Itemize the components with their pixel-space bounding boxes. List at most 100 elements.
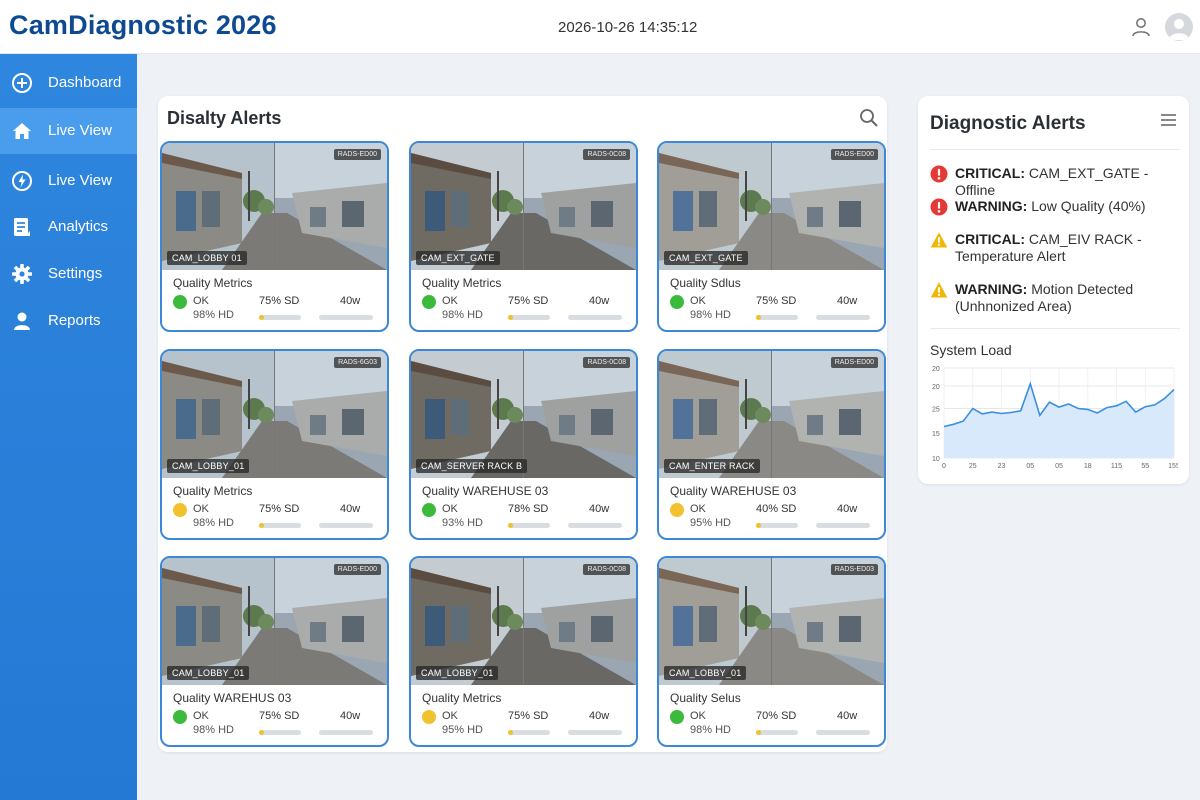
chart-y-tick: 20 xyxy=(932,384,940,391)
camera-feed[interactable]: RADS-0C08 CAM_LOBBY_01 xyxy=(411,558,636,685)
bolt-circle-icon xyxy=(12,171,32,191)
camera-feed[interactable]: RADS-0C08 CAM_EXT_GATE xyxy=(411,143,636,270)
sidebar-item-settings[interactable]: Settings xyxy=(0,251,137,297)
camera-card[interactable]: RADS-ED00 CAM_LOBBY_01 Quality WAREHUS 0… xyxy=(160,556,389,747)
camera-feed[interactable]: RADS-ED00 CAM_EXT_GATE xyxy=(659,143,884,270)
alert-level: CRITICAL: xyxy=(955,165,1025,181)
sd-metric: 75% SD xyxy=(259,295,300,307)
camera-card[interactable]: RADS-ED03 CAM_LOBBY_01 Quality Selus OK … xyxy=(657,556,886,747)
status-indicator xyxy=(173,503,187,517)
power-metric: 40w xyxy=(837,710,858,722)
app-title: CamDiagnostic 2026 xyxy=(9,10,277,40)
power-metric: 40w xyxy=(837,503,858,515)
camera-feed[interactable]: RADS-6G03 CAM_LOBBY_01 xyxy=(162,351,387,478)
quality-bar xyxy=(756,523,798,528)
sd-metric: 75% SD xyxy=(508,295,549,307)
camera-card[interactable]: RADS-ED00 CAM_ENTER RACK Quality WAREHUS… xyxy=(657,349,886,540)
chart-x-tick: 05 xyxy=(1055,463,1063,470)
camera-name: CAM_LOBBY_01 xyxy=(167,666,250,680)
chart-x-tick: 115 xyxy=(1111,463,1122,470)
chart-x-tick: 0 xyxy=(942,463,946,470)
status-text: OK xyxy=(690,503,706,515)
plus-circle-icon xyxy=(12,73,32,93)
chart-y-tick: 15 xyxy=(932,431,940,438)
camera-feed[interactable]: RADS-ED00 CAM_LOBBY 01 xyxy=(162,143,387,270)
power-bar xyxy=(816,523,870,528)
search-icon[interactable] xyxy=(859,108,879,128)
quality-bar xyxy=(259,315,301,320)
quality-bar xyxy=(508,730,550,735)
sidebar-item-live-view[interactable]: Live View xyxy=(0,108,137,154)
top-bar: CamDiagnostic 2026 2026-10-26 14:35:12 xyxy=(0,0,1200,54)
user-icon[interactable] xyxy=(1130,16,1152,38)
camera-name: CAM_EXT_GATE xyxy=(416,251,500,265)
quality-title: Quality Metrics xyxy=(173,276,253,290)
status-indicator xyxy=(173,710,187,724)
status-text: OK xyxy=(193,503,209,515)
camera-card[interactable]: RADS-ED00 CAM_LOBBY 01 Quality Metrics O… xyxy=(160,141,389,332)
camera-name: CAM_EXT_GATE xyxy=(664,251,748,265)
camera-name: CAM_ENTER RACK xyxy=(664,459,760,473)
quality-title: Quality Selus xyxy=(670,691,741,705)
quality-bar-fill xyxy=(259,730,264,735)
camera-card[interactable]: RADS-6G03 CAM_LOBBY_01 Quality Metrics O… xyxy=(160,349,389,540)
avatar[interactable] xyxy=(1165,13,1193,41)
status-indicator xyxy=(422,503,436,517)
camera-card[interactable]: RADS-0C08 CAM_SERVER RACK B Quality WARE… xyxy=(409,349,638,540)
chart-y-tick: 25 xyxy=(932,407,940,414)
sidebar-item-dashboard[interactable]: Dashboard xyxy=(0,60,137,106)
alert-level: WARNING: xyxy=(955,281,1028,297)
status-indicator xyxy=(670,295,684,309)
power-bar xyxy=(568,730,622,735)
camera-resolution-badge: RADS-ED00 xyxy=(333,564,381,575)
power-metric: 40w xyxy=(589,710,610,722)
status-text: OK xyxy=(690,295,706,307)
power-metric: 40w xyxy=(589,503,610,515)
power-bar xyxy=(319,315,373,320)
camera-feed[interactable]: RADS-ED03 CAM_LOBBY_01 xyxy=(659,558,884,685)
camera-name: CAM_LOBBY_01 xyxy=(416,666,499,680)
status-text: OK xyxy=(442,503,458,515)
power-metric: 40w xyxy=(340,503,361,515)
status-indicator xyxy=(173,295,187,309)
power-metric: 40w xyxy=(340,710,361,722)
quality-bar-fill xyxy=(259,523,264,528)
quality-title: Quality Metrics xyxy=(422,691,502,705)
hd-metric: 98% HD xyxy=(193,309,234,321)
quality-bar xyxy=(259,523,301,528)
sidebar-item-analytics[interactable]: Analytics xyxy=(0,204,137,250)
menu-icon[interactable] xyxy=(1160,113,1177,127)
quality-title: Quality WAREHUSE 03 xyxy=(670,484,797,498)
warning-icon xyxy=(930,282,948,298)
power-metric: 40w xyxy=(589,295,610,307)
camera-card[interactable]: RADS-0C08 CAM_LOBBY_01 Quality Metrics O… xyxy=(409,556,638,747)
power-bar xyxy=(816,315,870,320)
hd-metric: 98% HD xyxy=(193,517,234,529)
camera-resolution-badge: RADS-ED00 xyxy=(830,357,878,368)
camera-feed[interactable]: RADS-ED00 CAM_LOBBY_01 xyxy=(162,558,387,685)
datetime-display: 2026-10-26 14:35:12 xyxy=(558,19,698,36)
camera-card[interactable]: RADS-ED00 CAM_EXT_GATE Quality Sdlus OK … xyxy=(657,141,886,332)
camera-feed[interactable]: RADS-ED00 CAM_ENTER RACK xyxy=(659,351,884,478)
sidebar-item-label: Dashboard xyxy=(48,74,122,91)
alert-text: Low Quality (40%) xyxy=(1031,198,1146,214)
status-indicator xyxy=(422,710,436,724)
status-text: OK xyxy=(442,295,458,307)
chart-x-tick: 05 xyxy=(1026,463,1034,470)
quality-bar-fill xyxy=(259,315,264,320)
sidebar-item-label: Live View xyxy=(48,172,112,189)
quality-bar-fill xyxy=(756,523,761,528)
hd-metric: 95% HD xyxy=(442,724,483,736)
camera-card[interactable]: RADS-0C08 CAM_EXT_GATE Quality Metrics O… xyxy=(409,141,638,332)
camera-name: CAM_LOBBY_01 xyxy=(167,459,250,473)
sidebar-item-live-view-2[interactable]: Live View xyxy=(0,158,137,204)
chart-x-tick: 155 xyxy=(1168,463,1178,470)
hd-metric: 98% HD xyxy=(442,309,483,321)
quality-bar xyxy=(756,730,798,735)
sidebar-item-reports[interactable]: Reports xyxy=(0,298,137,344)
chart-x-tick: 25 xyxy=(969,463,977,470)
system-load-title: System Load xyxy=(930,342,1012,358)
status-text: OK xyxy=(690,710,706,722)
alert-level: CRITICAL: xyxy=(955,231,1025,247)
camera-feed[interactable]: RADS-0C08 CAM_SERVER RACK B xyxy=(411,351,636,478)
